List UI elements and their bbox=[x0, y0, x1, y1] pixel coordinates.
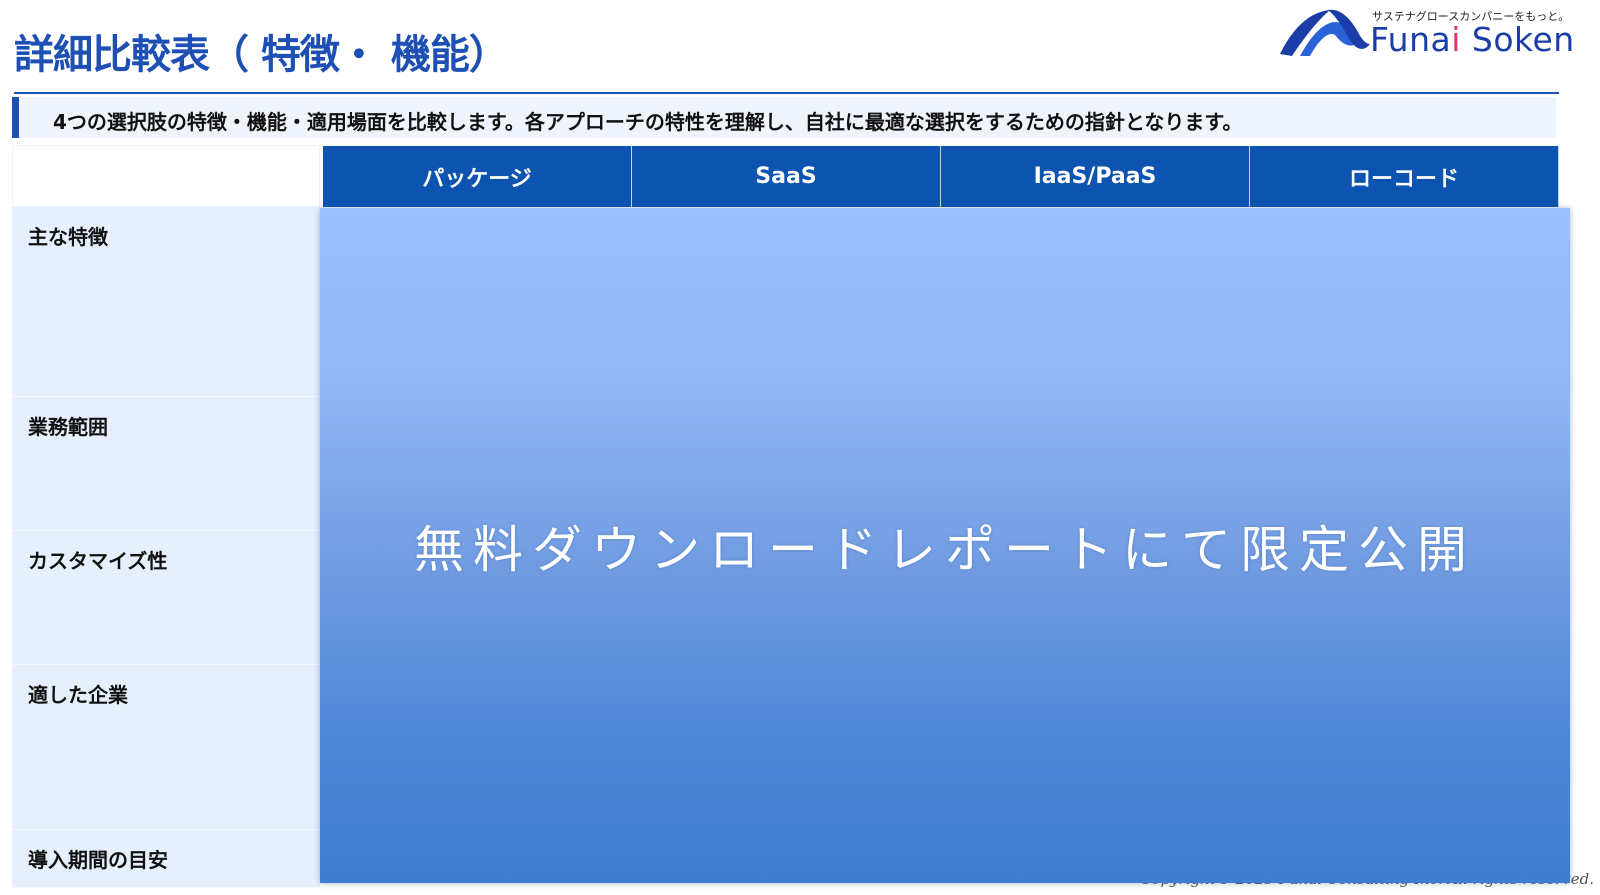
wave-logo-icon bbox=[1280, 9, 1370, 56]
locked-content-overlay: 無料ダウンロードレポートにて限定公開 bbox=[320, 208, 1570, 883]
page-title: 詳細比較表（ 特徴・ 機能） bbox=[14, 32, 509, 78]
logo-wordmark-accent: i bbox=[1451, 20, 1461, 59]
row-label-text: 導入期間の目安 bbox=[28, 848, 168, 872]
subtitle-bar: 4つの選択肢の特徴・機能・適用場面を比較します。各アプローチの特性を理解し、自社… bbox=[12, 97, 1556, 138]
subtitle-text: 4つの選択肢の特徴・機能・適用場面を比較します。各アプローチの特性を理解し、自社… bbox=[53, 110, 1243, 134]
row-label-implementation-period: 導入期間の目安 bbox=[12, 830, 320, 888]
column-header-saas: SaaS bbox=[632, 146, 941, 207]
row-label-text: カスタマイズ性 bbox=[28, 549, 168, 573]
overlay-message: 無料ダウンロードレポートにて限定公開 bbox=[414, 521, 1476, 579]
company-logo: サステナグロースカンパニーをもっと。 Funai Soken bbox=[1278, 4, 1598, 64]
row-label-business-scope: 業務範囲 bbox=[12, 397, 320, 531]
title-divider bbox=[14, 92, 1559, 94]
row-label-main-features: 主な特徴 bbox=[12, 207, 320, 397]
column-header-package: パッケージ bbox=[323, 146, 632, 207]
column-header-low-code: ローコード bbox=[1250, 146, 1559, 207]
logo-wordmark: Funai Soken bbox=[1370, 20, 1575, 59]
logo-wordmark-start: Funa bbox=[1370, 20, 1452, 59]
row-label-suitable-companies: 適した企業 bbox=[12, 665, 320, 830]
row-label-customizability: カスタマイズ性 bbox=[12, 531, 320, 665]
column-header-iaas-paas: IaaS/PaaS bbox=[941, 146, 1250, 207]
row-label-text: 適した企業 bbox=[28, 683, 128, 707]
row-label-text: 主な特徴 bbox=[28, 225, 108, 249]
logo-wordmark-end: Soken bbox=[1460, 20, 1575, 59]
row-label-text: 業務範囲 bbox=[28, 415, 108, 439]
table-corner-cell bbox=[12, 145, 320, 207]
